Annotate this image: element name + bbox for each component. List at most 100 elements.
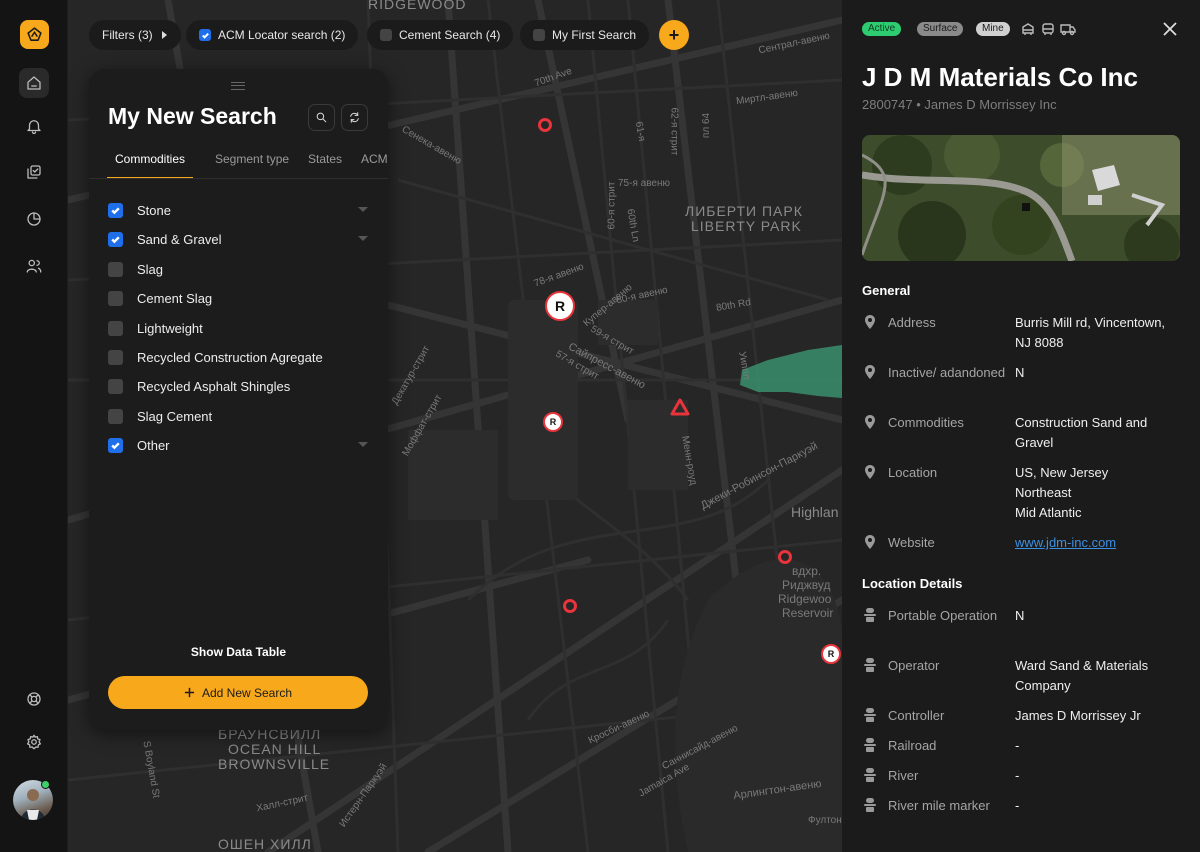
map-label-highland: Highlan (791, 504, 839, 520)
chevron-down-icon[interactable] (358, 442, 368, 447)
commodity-checkbox[interactable] (108, 320, 123, 336)
map-label-ridgewood: RIDGEWOOD (368, 0, 467, 12)
person-icon (862, 657, 880, 675)
add-filter-button[interactable]: + (659, 20, 689, 50)
map-pin-r-small[interactable]: R (821, 644, 841, 664)
checkbox[interactable] (533, 29, 545, 41)
commodity-checkbox[interactable] (108, 408, 123, 424)
map-pin-r-large[interactable]: R (545, 291, 575, 321)
map-pin-ring[interactable] (563, 599, 577, 613)
detail-value: Construction Sand and Gravel (1015, 415, 1148, 450)
users-icon (26, 259, 42, 273)
filters-label: Filters (3) (102, 28, 153, 42)
detail-label: Commodities (888, 415, 964, 430)
home-button[interactable] (19, 68, 49, 98)
commodity-row[interactable]: Sand & Gravel (108, 228, 368, 250)
commodity-checkbox[interactable] (108, 231, 123, 247)
drag-handle[interactable] (231, 82, 245, 90)
check-icon (111, 235, 120, 243)
close-button[interactable] (1162, 21, 1178, 37)
filters-chip[interactable]: Filters (3) (89, 20, 181, 50)
app-logo[interactable] (20, 20, 49, 49)
commodity-row[interactable]: Slag Cement (108, 405, 368, 427)
filter-chip-acm-locator[interactable]: ACM Locator search (2) (186, 20, 359, 50)
detail-value: Burris Mill rd, Vincentown, NJ 8088 (1015, 315, 1166, 350)
company-name: J D M Materials Co Inc (862, 62, 1138, 92)
commodity-checkbox[interactable] (108, 437, 123, 453)
check-icon (111, 206, 120, 214)
support-button[interactable] (19, 684, 49, 714)
tab-segment-type[interactable]: Segment type (215, 152, 289, 178)
saved-searches-button[interactable] (19, 157, 49, 187)
commodity-label: Slag Cement (137, 408, 213, 424)
close-icon (1163, 22, 1177, 36)
detail-label: Portable Operation (888, 608, 998, 623)
plus-icon (184, 687, 195, 698)
type-badge-surface: Surface (917, 22, 964, 36)
chevron-down-icon[interactable] (358, 207, 368, 212)
commodity-checkbox[interactable] (108, 290, 123, 306)
commodity-label: Lightweight (137, 320, 203, 336)
analytics-button[interactable] (19, 204, 49, 234)
commodity-label: Slag (137, 261, 164, 277)
detail-label: Location (888, 465, 938, 480)
checkbox[interactable] (199, 29, 211, 41)
commodity-checkbox[interactable] (108, 261, 123, 277)
satellite-image (862, 135, 1180, 261)
search-tabs: Commodities Segment type States ACM (89, 152, 388, 179)
status-badge-active: Active (862, 22, 902, 36)
show-data-table-button[interactable]: Show Data Table (89, 645, 388, 659)
tab-acm[interactable]: ACM (361, 152, 388, 178)
truck-icon (1060, 22, 1076, 36)
website-link[interactable]: www.jdm-inc.com (1015, 533, 1180, 553)
filter-chip-cement-search[interactable]: Cement Search (4) (367, 20, 514, 50)
detail-value: N (1015, 608, 1025, 623)
commodity-row[interactable]: Lightweight (108, 317, 368, 339)
detail-label: Inactive/ adandoned (888, 365, 1006, 380)
tab-states[interactable]: States (308, 152, 342, 178)
chevron-down-icon[interactable] (358, 236, 368, 241)
search-button[interactable] (308, 104, 335, 131)
pin-icon (862, 314, 880, 332)
street-75: 75-я авеню (618, 178, 670, 189)
settings-button[interactable] (19, 727, 49, 757)
checkbox[interactable] (380, 29, 392, 41)
home-icon (27, 76, 41, 90)
map-label-reservoir-ru2: Риджвуд (782, 578, 831, 592)
person-icon (862, 707, 880, 725)
commodity-row[interactable]: Slag (108, 258, 368, 280)
pin-icon (862, 534, 880, 552)
detail-label: Operator (888, 658, 940, 673)
refresh-button[interactable] (341, 104, 368, 131)
gear-icon (26, 734, 42, 750)
commodity-label: Sand & Gravel (137, 231, 222, 247)
commodity-row[interactable]: Other (108, 434, 368, 456)
filter-chip-my-first-search[interactable]: My First Search (520, 20, 650, 50)
detail-value: - (1015, 798, 1020, 813)
commodity-checkbox[interactable] (108, 202, 123, 218)
map-pin-r-small[interactable]: R (543, 412, 563, 432)
commodity-checkbox[interactable] (108, 349, 123, 365)
commodity-label: Stone (137, 202, 171, 218)
commodity-checkbox[interactable] (108, 378, 123, 394)
type-badge-mine: Mine (976, 22, 1010, 36)
map-pin-ring[interactable] (778, 550, 792, 564)
detail-label: Railroad (888, 738, 937, 753)
users-button[interactable] (19, 251, 49, 281)
tab-commodities[interactable]: Commodities (107, 152, 194, 178)
filter-chip-label: My First Search (552, 28, 637, 42)
add-new-search-button[interactable]: Add New Search (108, 676, 368, 709)
map-pin-triangle[interactable] (669, 397, 691, 417)
commodity-row[interactable]: Stone (108, 199, 368, 221)
commodity-row[interactable]: Cement Slag (108, 287, 368, 309)
pie-chart-icon (27, 212, 41, 226)
detail-panel: Active Surface Mine J D M Materials Co I… (842, 0, 1200, 852)
commodity-label: Other (137, 437, 170, 453)
detail-value: US, New Jersey Northeast Mid Atlantic (1015, 465, 1109, 520)
search-icon (316, 112, 327, 123)
commodity-row[interactable]: Recycled Asphalt Shingles (108, 375, 368, 397)
notifications-button[interactable] (19, 111, 49, 141)
commodity-row[interactable]: Recycled Construction Agregate (108, 346, 368, 368)
person-icon (862, 737, 880, 755)
map-pin-ring[interactable] (538, 118, 552, 132)
